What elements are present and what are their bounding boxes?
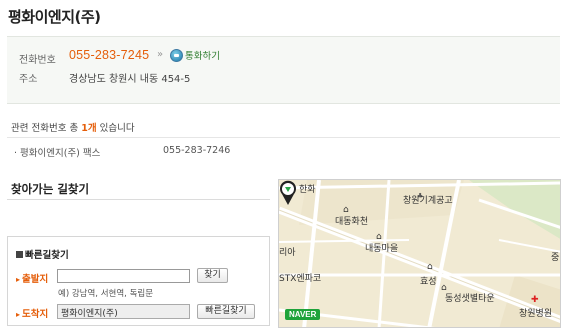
quick-route-title: 빠른길찾기 <box>16 247 69 261</box>
map-label: 창원기계공고 <box>403 196 453 206</box>
location-pin-icon[interactable] <box>279 180 297 206</box>
start-example-hint: 예) 강남역, 서현역, 독립문 <box>58 289 154 299</box>
divider <box>7 199 270 200</box>
phone-number[interactable]: 055-283-7245 <box>69 48 149 62</box>
map-label: 리아 <box>279 248 296 258</box>
map-label: 한화 <box>299 185 316 195</box>
start-input[interactable] <box>57 269 190 283</box>
end-label: ▸ 도착지 <box>16 306 48 320</box>
start-label-text: 출발지 <box>22 274 49 285</box>
phone-call-icon <box>170 48 183 62</box>
naver-logo: NAVER <box>285 309 321 320</box>
find-button[interactable]: 찾기 <box>197 268 228 283</box>
apartment-icon: ⌂ <box>427 262 433 272</box>
related-prefix: 관련 전화번호 총 <box>11 123 79 134</box>
related-suffix: 있습니다 <box>99 123 135 134</box>
address-label: 주소 <box>19 74 38 85</box>
hospital-icon: ✚ <box>531 295 539 305</box>
map-label: 효성 <box>420 277 437 287</box>
end-label-text: 도착지 <box>22 309 49 320</box>
arrow-right-icon: ▸ <box>16 275 21 284</box>
map-label: 중 <box>551 253 560 263</box>
start-label: ▸ 출발지 <box>16 271 48 285</box>
page-title: 평화이엔지(주) <box>8 8 101 26</box>
map-label: 창원병원 <box>519 309 553 319</box>
business-info-panel: 전화번호 055-283-7245 » 통화하기 주소 경상남도 창원시 내동 … <box>7 36 560 104</box>
map-label: STX엔파코 <box>279 274 322 284</box>
arrow-right-icon: ▸ <box>16 310 21 319</box>
location-map[interactable]: 한화 ♣ 창원기계공고 ⌂ 대동화천 ⌂ 내동마을 리아 STX엔파코 ⌂ 효성… <box>278 179 561 328</box>
end-input[interactable]: 평화이엔지(주) <box>57 304 190 319</box>
map-label: 동성샛별타운 <box>445 294 495 304</box>
directions-title: 찾아가는 길찾기 <box>11 182 90 196</box>
related-count: 1개 <box>81 123 97 134</box>
related-item-name: · 평화이엔지(주) 팩스 <box>14 148 101 159</box>
quick-route-title-text: 빠른길찾기 <box>25 250 69 261</box>
related-item-phone: 055-283-7246 <box>163 145 231 156</box>
address-value: 경상남도 창원시 내동 454-5 <box>69 74 191 85</box>
raquo-separator: » <box>157 49 164 60</box>
map-label: 대동화천 <box>335 217 369 227</box>
square-bullet-icon <box>16 251 23 258</box>
divider <box>7 137 560 138</box>
call-button[interactable]: 통화하기 <box>170 48 220 62</box>
quick-route-button[interactable]: 빠른길찾기 <box>197 304 255 319</box>
related-numbers-summary: 관련 전화번호 총 1개 있습니다 <box>11 120 135 134</box>
map-label: 내동마을 <box>365 244 399 254</box>
call-button-label: 통화하기 <box>185 51 220 62</box>
quick-route-panel: 빠른길찾기 ▸ 출발지 찾기 예) 강남역, 서현역, 독립문 ▸ 도착지 평화이엔… <box>7 236 270 326</box>
phone-label: 전화번호 <box>19 55 56 66</box>
